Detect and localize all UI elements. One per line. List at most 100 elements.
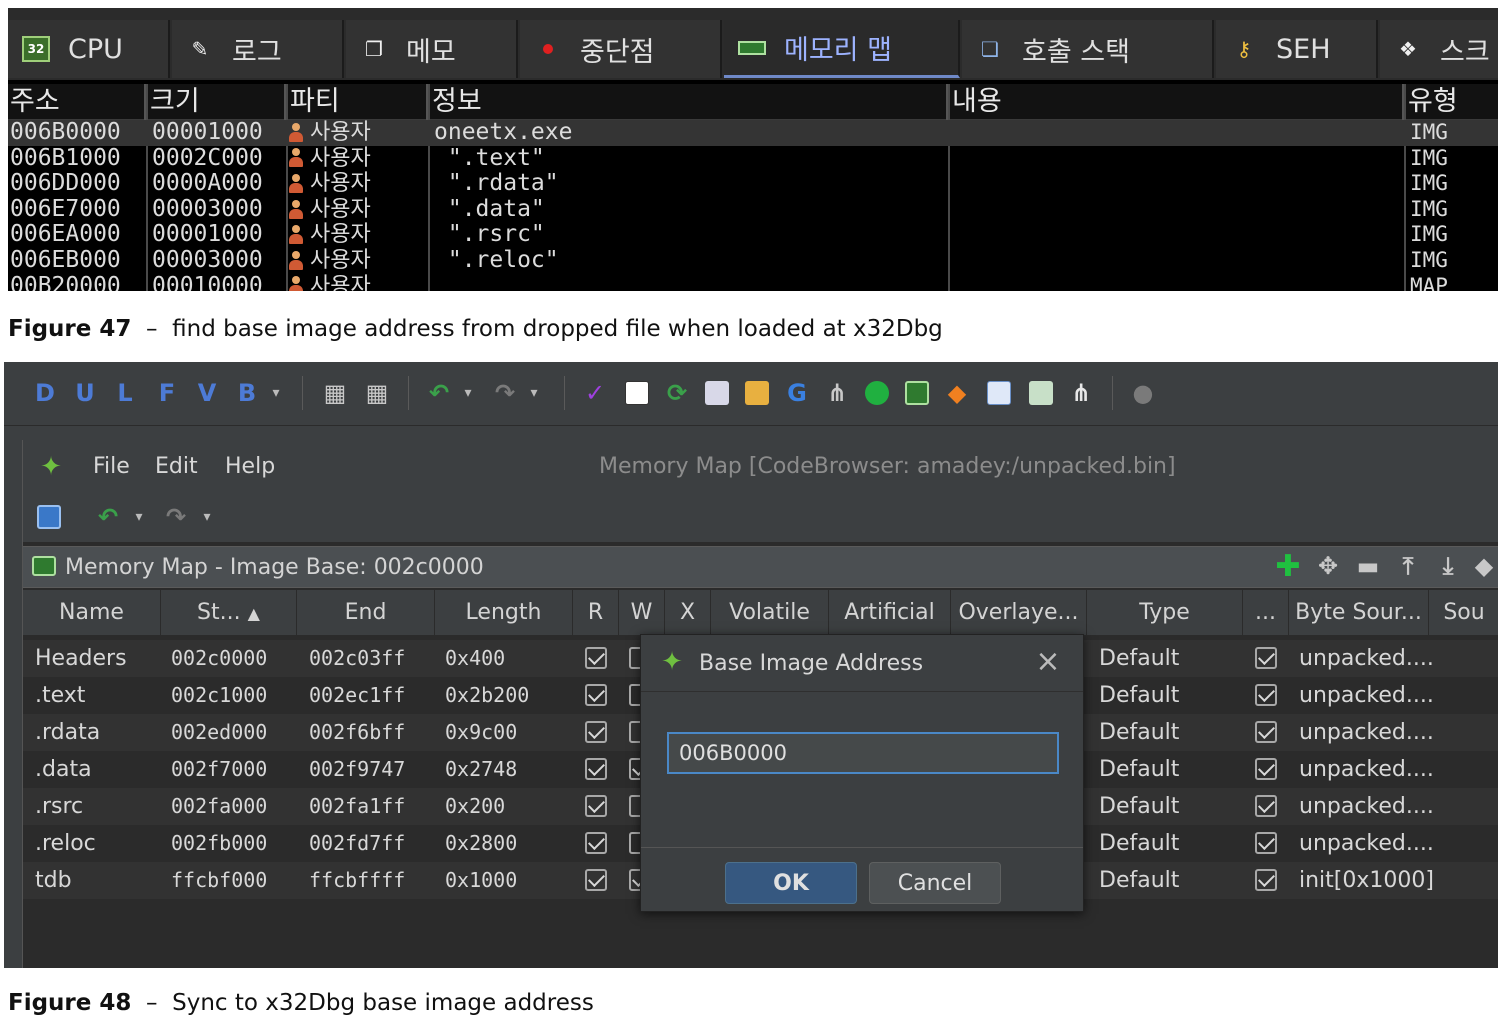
chevron-down-icon[interactable]: ▾: [199, 500, 215, 534]
checkmark-icon[interactable]: ✓: [578, 376, 612, 410]
tab-seh[interactable]: ⚷ SEH: [1216, 20, 1378, 78]
column-party[interactable]: 파티: [288, 84, 428, 120]
function-graph-icon[interactable]: G: [780, 376, 814, 410]
column-size[interactable]: 크기: [148, 84, 286, 120]
toolbar-button-f[interactable]: F: [152, 376, 182, 410]
memory-icon[interactable]: [900, 376, 934, 410]
initialized-checkbox[interactable]: [1255, 721, 1277, 743]
initialized-checkbox[interactable]: [1255, 647, 1277, 669]
breakpoint-icon: [534, 36, 562, 62]
expand-up-icon[interactable]: ⤒: [1391, 549, 1425, 583]
expand-down-icon[interactable]: ⤓: [1431, 549, 1465, 583]
toolbar-button-v[interactable]: V: [192, 376, 222, 410]
table-row[interactable]: 006EB000 00003000 사용자 ".reloc" IMG: [8, 248, 1498, 274]
table-icon[interactable]: [982, 376, 1016, 410]
tree-icon[interactable]: ⋔: [820, 376, 854, 410]
tab-script[interactable]: ❖ 스크: [1380, 20, 1498, 78]
table-row[interactable]: 006B0000 00001000 사용자 oneetx.exe IMG: [8, 120, 1498, 146]
read-checkbox[interactable]: [585, 795, 607, 817]
column-source[interactable]: Sou: [1429, 590, 1498, 636]
read-checkbox[interactable]: [585, 647, 607, 669]
column-end[interactable]: End: [297, 590, 435, 636]
toolbar-button-b[interactable]: B: [232, 376, 262, 410]
chevron-down-icon[interactable]: ▾: [524, 376, 544, 410]
merge-block-icon[interactable]: ◆: [1469, 549, 1498, 583]
column-name[interactable]: Name: [23, 590, 161, 636]
column-type[interactable]: Type: [1087, 590, 1243, 636]
chat-icon[interactable]: ●: [1126, 376, 1160, 410]
read-checkbox[interactable]: [585, 869, 607, 891]
tab-call-stack[interactable]: ❏ 호출 스택: [962, 20, 1214, 78]
initialized-checkbox[interactable]: [1255, 795, 1277, 817]
column-read[interactable]: R: [573, 590, 619, 636]
listing-icon[interactable]: [700, 376, 734, 410]
tab-log[interactable]: ✎ 로그: [172, 20, 344, 78]
add-block-icon[interactable]: ✚: [1271, 549, 1305, 584]
memory-map-header: 주소 크기 파티 정보 내용 유형: [8, 84, 1498, 120]
read-checkbox[interactable]: [585, 758, 607, 780]
column-length[interactable]: Length: [435, 590, 573, 636]
column-content[interactable]: 내용: [950, 84, 1404, 120]
menu-edit[interactable]: Edit: [155, 454, 198, 479]
toolbar-button-d[interactable]: D: [30, 376, 60, 410]
column-initialized[interactable]: ...: [1243, 590, 1289, 636]
column-execute[interactable]: X: [665, 590, 711, 636]
toolbar-button-l[interactable]: L: [110, 376, 140, 410]
read-checkbox[interactable]: [585, 721, 607, 743]
redo-icon[interactable]: ↷: [488, 376, 522, 410]
chevron-down-icon[interactable]: ▾: [266, 376, 286, 410]
tab-cpu[interactable]: 32 CPU: [8, 20, 170, 78]
tab-memory-map[interactable]: 메모리 맵: [724, 20, 960, 78]
label-icon[interactable]: ▦: [318, 376, 352, 410]
initialized-checkbox[interactable]: [1255, 684, 1277, 706]
chevron-down-icon[interactable]: ▾: [131, 500, 147, 534]
table-row[interactable]: 006DD000 0000A000 사용자 ".rdata" IMG: [8, 171, 1498, 197]
undo-icon[interactable]: ↶: [422, 376, 456, 410]
column-start[interactable]: St... ▲: [161, 590, 297, 636]
initialized-checkbox[interactable]: [1255, 758, 1277, 780]
close-icon[interactable]: ×: [1033, 647, 1063, 677]
label-icon[interactable]: ▦: [360, 376, 394, 410]
folder-icon[interactable]: [740, 376, 774, 410]
hierarchy-icon[interactable]: ⋔: [1064, 376, 1098, 410]
chevron-down-icon[interactable]: ▾: [458, 376, 478, 410]
split-block-icon[interactable]: ▬: [1351, 549, 1385, 583]
refresh-icon[interactable]: ⟳: [660, 376, 694, 410]
initialized-checkbox[interactable]: [1255, 869, 1277, 891]
column-address[interactable]: 주소: [8, 84, 146, 120]
table-row[interactable]: 00B20000 00010000 사용자 MAP: [8, 274, 1498, 291]
read-checkbox[interactable]: [585, 684, 607, 706]
diamond-icon[interactable]: ◆: [940, 376, 974, 410]
tab-notes[interactable]: ❐ 메모: [346, 20, 518, 78]
play-icon[interactable]: [860, 376, 894, 410]
save-icon[interactable]: [31, 500, 67, 534]
read-checkbox[interactable]: [585, 832, 607, 854]
column-artificial[interactable]: Artificial: [829, 590, 951, 636]
ok-button[interactable]: OK: [725, 862, 857, 904]
export-icon[interactable]: [1024, 376, 1058, 410]
undo-icon[interactable]: ↶: [91, 500, 125, 534]
tab-breakpoints[interactable]: 중단점: [520, 20, 722, 78]
table-row[interactable]: 006B1000 0002C000 사용자 ".text" IMG: [8, 146, 1498, 172]
column-volatile[interactable]: Volatile: [711, 590, 829, 636]
base-address-input[interactable]: [667, 732, 1059, 774]
x32dbg-tab-bar: 32 CPU ✎ 로그 ❐ 메모 중단점 메모리 맵 ❏ 호출 스택 ⚷ SEH…: [8, 8, 1498, 80]
bytes-icon[interactable]: [620, 376, 654, 410]
column-type[interactable]: 유형: [1406, 84, 1498, 120]
column-info[interactable]: 정보: [430, 84, 948, 120]
table-row[interactable]: 006EA000 00001000 사용자 ".rsrc" IMG: [8, 222, 1498, 248]
column-byte-source[interactable]: Byte Sour...: [1289, 590, 1429, 636]
table-row[interactable]: 006E7000 00003000 사용자 ".data" IMG: [8, 197, 1498, 223]
move-block-icon[interactable]: ✥: [1311, 549, 1345, 583]
column-write[interactable]: W: [619, 590, 665, 636]
window-menubar: ✦ File Edit Help Memory Map [CodeBrowser…: [23, 440, 1498, 496]
menu-file[interactable]: File: [93, 454, 130, 479]
initialized-checkbox[interactable]: [1255, 832, 1277, 854]
toolbar-separator: [302, 376, 303, 410]
redo-icon[interactable]: ↷: [159, 500, 193, 534]
menu-help[interactable]: Help: [225, 454, 275, 479]
toolbar-button-u[interactable]: U: [70, 376, 100, 410]
cancel-button[interactable]: Cancel: [869, 862, 1001, 904]
ghidra-screenshot: D U L F V B ▾ ▦ ▦ ↶ ▾ ↷ ▾ ✓ ⟳ G ⋔ ◆ ⋔ ● …: [4, 362, 1498, 968]
column-overlayed[interactable]: Overlaye...: [951, 590, 1087, 636]
